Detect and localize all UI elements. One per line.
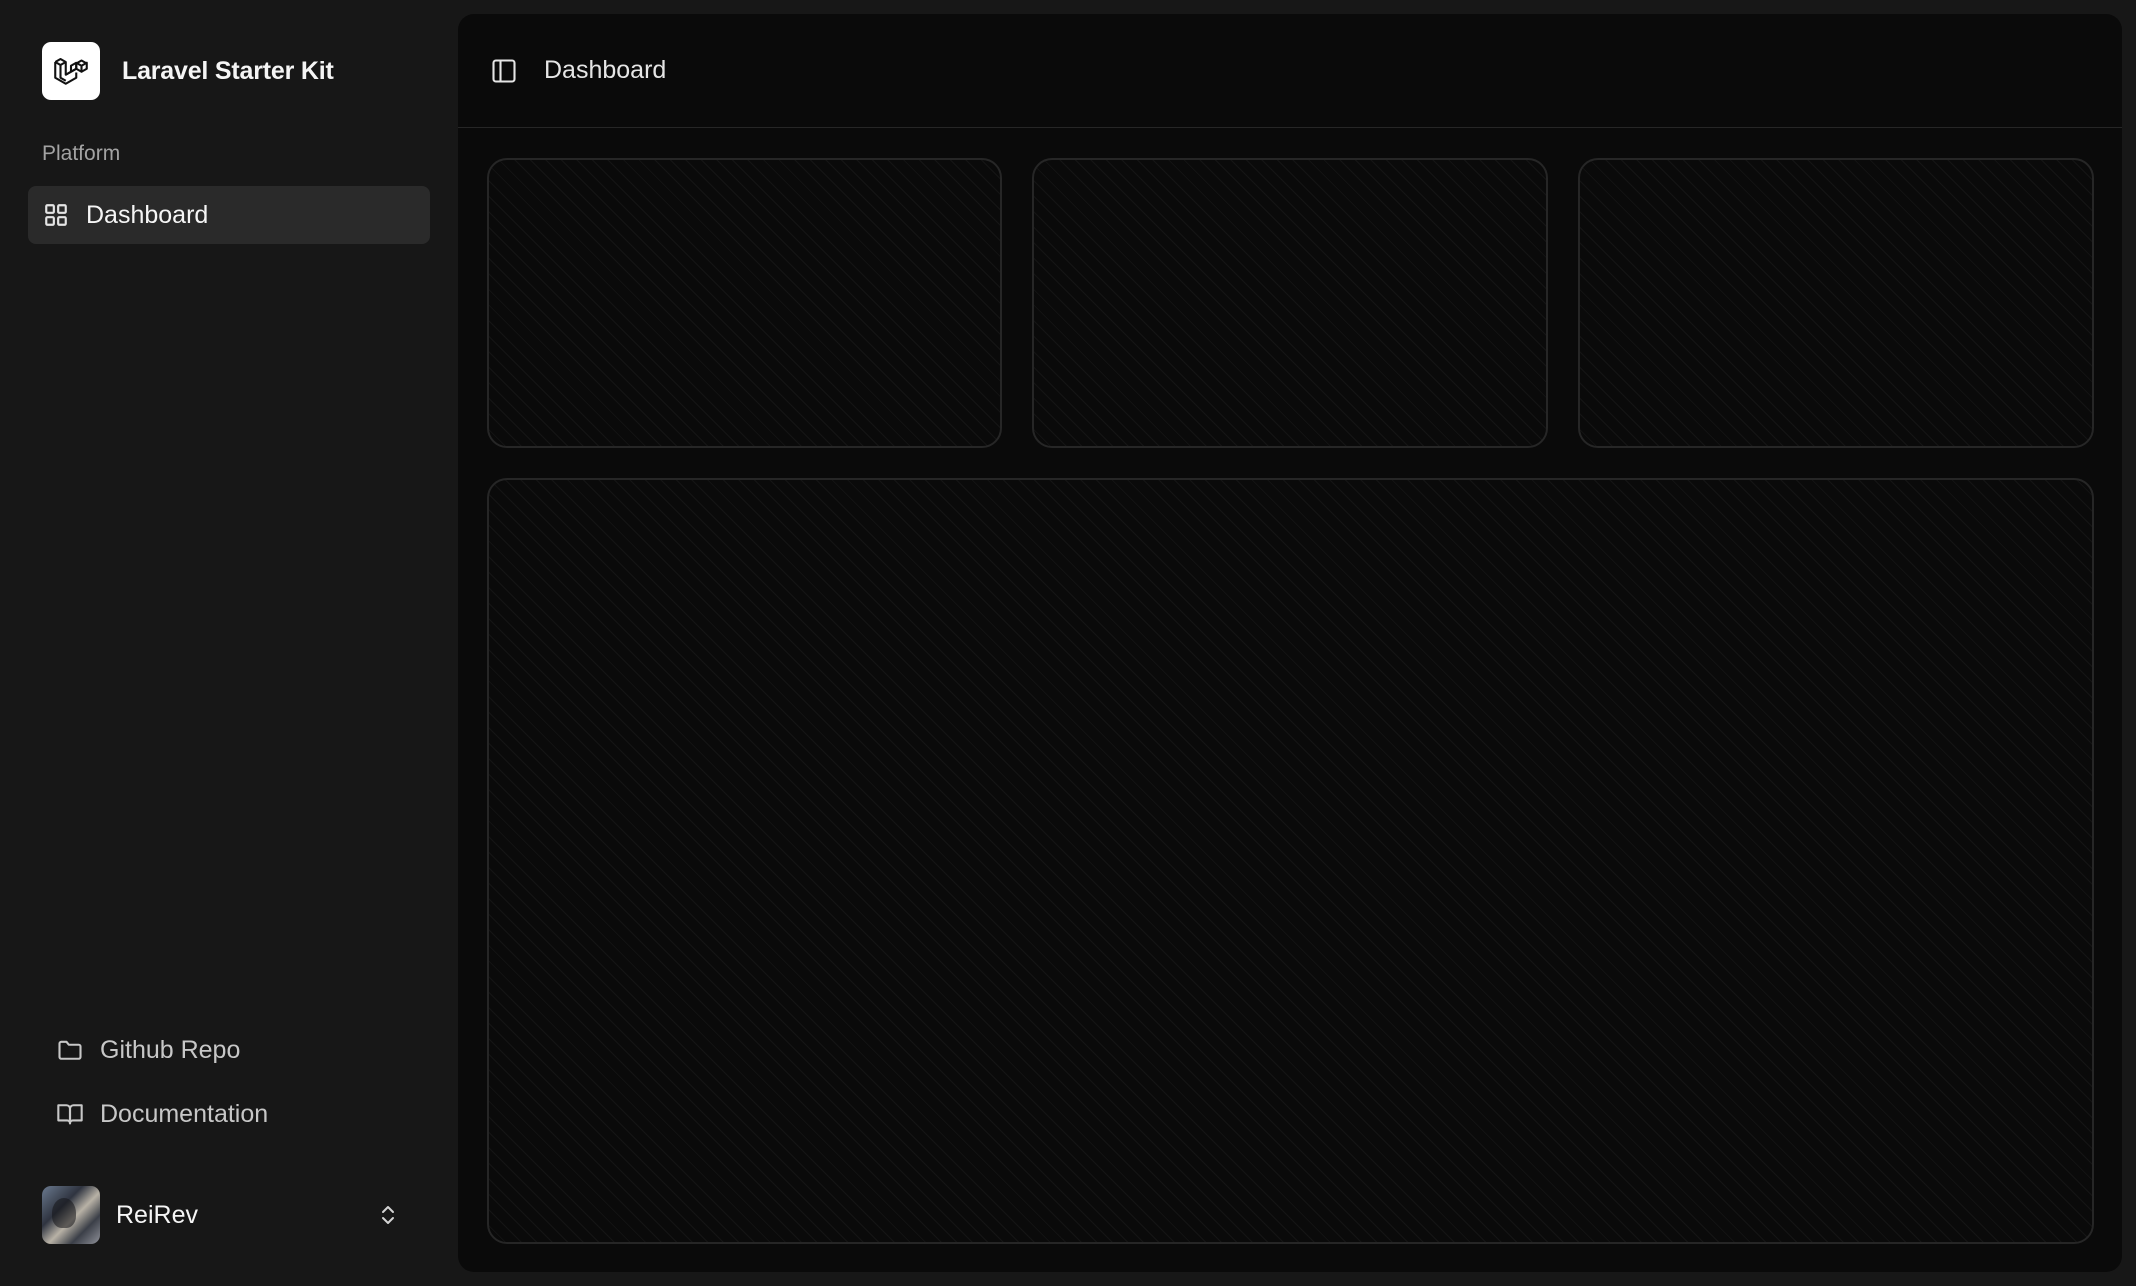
- placeholder-card-3: [1578, 158, 2094, 448]
- sidebar-toggle-button[interactable]: [490, 57, 518, 85]
- breadcrumb: Dashboard: [544, 56, 667, 84]
- main-content: Dashboard: [458, 14, 2122, 1272]
- folder-icon: [56, 1036, 84, 1064]
- github-repo-link[interactable]: Github Repo: [56, 1030, 240, 1070]
- app-root: Laravel Starter Kit Platform Dashboard G…: [0, 0, 2136, 1286]
- chevrons-up-down-icon: [376, 1203, 400, 1227]
- laravel-logo-icon: [42, 42, 100, 100]
- placeholder-card-1: [487, 158, 1002, 448]
- placeholder-card-2: [1032, 158, 1548, 448]
- documentation-link[interactable]: Documentation: [56, 1094, 268, 1134]
- sidebar-item-label: Dashboard: [86, 200, 209, 229]
- book-open-icon: [56, 1100, 84, 1128]
- layout-grid-icon: [43, 202, 69, 228]
- sidebar: Laravel Starter Kit Platform Dashboard G…: [0, 0, 458, 1286]
- page-header: Dashboard: [458, 14, 2122, 128]
- github-repo-label: Github Repo: [100, 1035, 241, 1064]
- app-name: Laravel Starter Kit: [122, 56, 334, 85]
- sidebar-item-dashboard[interactable]: Dashboard: [28, 186, 430, 244]
- placeholder-card-main: [487, 478, 2094, 1244]
- avatar: [42, 1186, 100, 1244]
- documentation-label: Documentation: [100, 1099, 269, 1128]
- user-name: ReiRev: [116, 1200, 198, 1229]
- panel-left-icon: [490, 57, 518, 85]
- user-menu-trigger[interactable]: ReiRev: [42, 1186, 420, 1244]
- sidebar-group-label: Platform: [42, 142, 121, 165]
- brand-link[interactable]: Laravel Starter Kit: [42, 42, 334, 100]
